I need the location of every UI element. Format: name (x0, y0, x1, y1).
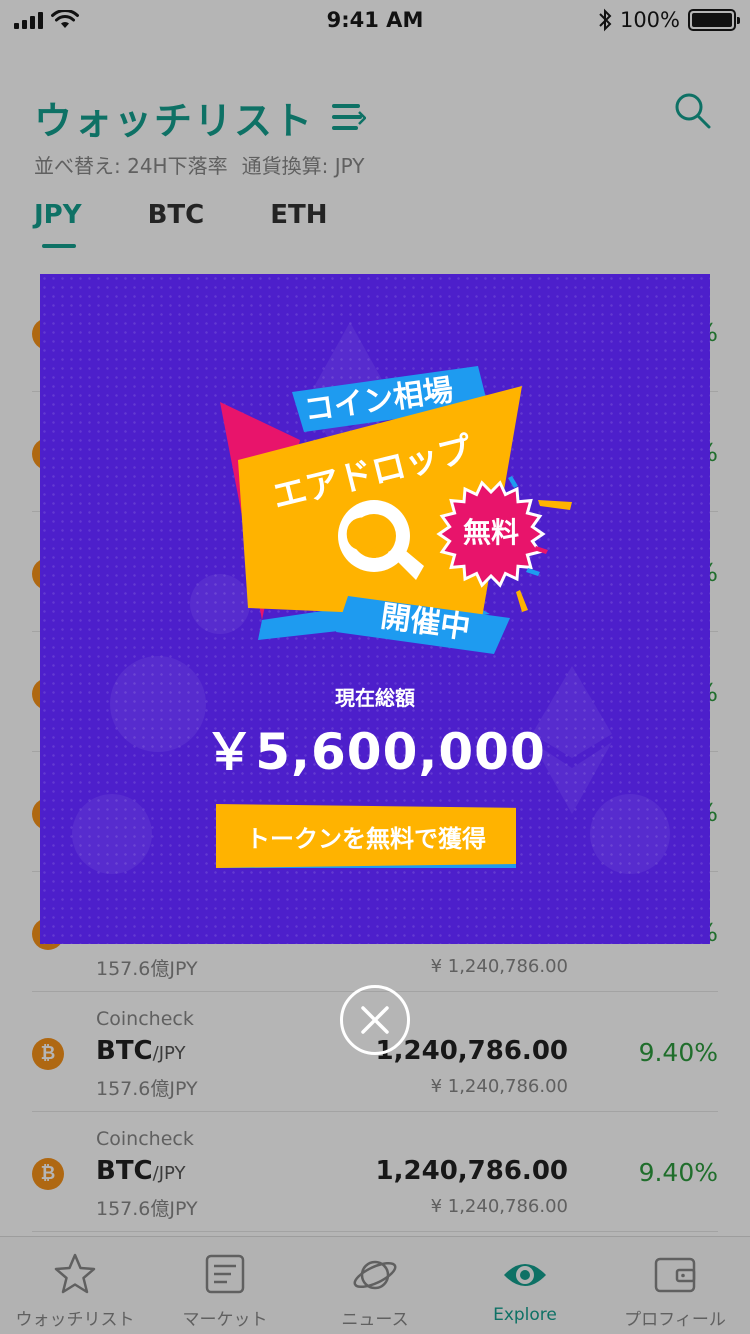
status-right: 100% (598, 8, 740, 32)
signal-icon (14, 11, 43, 29)
get-free-token-button[interactable]: トークンを無料で獲得 (216, 804, 516, 868)
airdrop-promo-card[interactable]: コイン相場 エアドロップ Q 無料 開催中 現在総額 ￥5,600,000 トー… (40, 274, 710, 944)
close-icon (361, 1006, 389, 1034)
total-amount: ￥5,600,000 (204, 723, 546, 781)
cta-label: トークンを無料で獲得 (246, 824, 486, 853)
free-badge-text: 無料 (463, 516, 519, 549)
status-bar: 9:41 AM 100% (0, 0, 750, 40)
close-button[interactable] (340, 985, 410, 1055)
status-left (14, 10, 79, 30)
battery-percent: 100% (619, 8, 680, 32)
total-label: 現在総額 (335, 686, 415, 710)
wifi-icon (51, 10, 79, 28)
bluetooth-icon (599, 8, 612, 32)
battery-icon (688, 9, 740, 31)
q-logo-letter: Q (345, 510, 383, 561)
